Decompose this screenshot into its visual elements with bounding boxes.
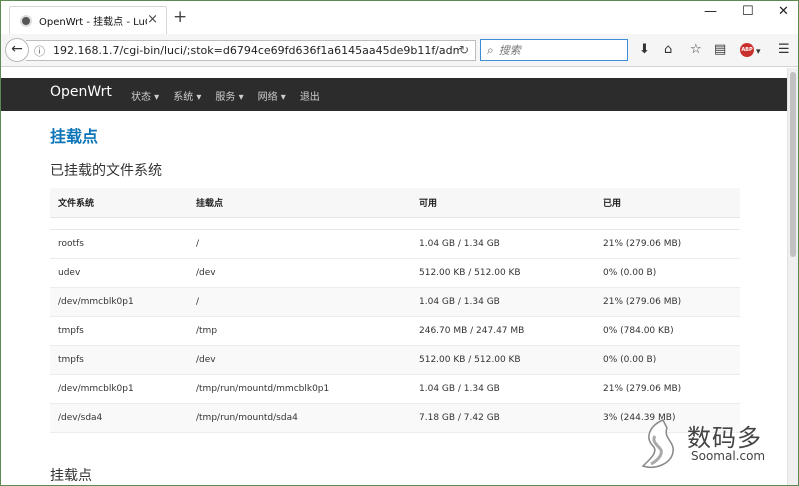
tab-close-icon[interactable]: ×: [147, 13, 158, 27]
brand-logo[interactable]: OpenWrt: [50, 84, 112, 100]
soomal-logo-icon: [641, 419, 674, 468]
tab-openwrt[interactable]: OpenWrt - 挂载点 - LuCI ×: [9, 6, 167, 34]
table-row: /dev/mmcblk0p1 /tmp/run/mountd/mmcblk0p1…: [50, 375, 740, 404]
mount-points-heading: 挂载点: [50, 468, 92, 484]
home-icon[interactable]: ⌂: [664, 43, 672, 57]
cell-filesystem: /dev/mmcblk0p1: [58, 384, 134, 394]
table-row: udev /dev 512.00 KB / 512.00 KB 0% (0.00…: [50, 259, 740, 288]
cell-filesystem: tmpfs: [58, 326, 84, 336]
cell-filesystem: rootfs: [58, 239, 84, 249]
header-used: 已用: [603, 199, 622, 209]
watermark-en-text: Soomal.com: [691, 449, 766, 463]
cell-mountpoint: /tmp/run/mountd/mmcblk0p1: [196, 384, 330, 394]
header-mountpoint: 挂载点: [196, 199, 224, 209]
mounted-fs-heading: 已挂载的文件系统: [50, 163, 162, 179]
new-tab-button[interactable]: +: [173, 9, 187, 26]
cell-available: 7.18 GB / 7.42 GB: [419, 413, 500, 423]
cell-available: 246.70 MB / 247.47 MB: [419, 326, 525, 336]
cell-mountpoint: /tmp: [196, 326, 218, 336]
soomal-watermark: 数码多 Soomal.com: [641, 414, 791, 476]
menu-network[interactable]: 网络 ▾: [258, 88, 286, 103]
cell-filesystem: /dev/sda4: [58, 413, 103, 423]
tab-title: OpenWrt - 挂载点 - LuCI: [39, 17, 147, 28]
cell-filesystem: udev: [58, 268, 81, 278]
cell-used: 0% (0.00 B): [603, 268, 657, 278]
cell-mountpoint: /tmp/run/mountd/sda4: [196, 413, 298, 423]
cell-used: 0% (0.00 B): [603, 355, 657, 365]
mounted-fs-table: 文件系统 挂载点 可用 已用 rootfs / 1.04 GB / 1.34 G…: [50, 188, 740, 433]
back-arrow-icon[interactable]: ←: [5, 38, 29, 62]
cell-available: 512.00 KB / 512.00 KB: [419, 355, 521, 365]
cell-used: 21% (279.06 MB): [603, 297, 682, 307]
hamburger-menu-icon[interactable]: ☰: [778, 43, 790, 57]
cell-mountpoint: /: [196, 239, 200, 249]
header-available: 可用: [419, 199, 438, 209]
scrollbar-thumb[interactable]: [790, 72, 796, 257]
luci-navbar: OpenWrt 状态 ▾ 系统 ▾ 服务 ▾ 网络 ▾ 退出: [1, 78, 787, 111]
cell-available: 1.04 GB / 1.34 GB: [419, 297, 500, 307]
reader-icon[interactable]: ▤: [714, 43, 726, 57]
maximize-button[interactable]: ☐: [742, 5, 754, 19]
table-row: tmpfs /dev 512.00 KB / 512.00 KB 0% (0.0…: [50, 346, 740, 375]
table-row: /dev/sda4 /tmp/run/mountd/sda4 7.18 GB /…: [50, 404, 740, 433]
table-row: tmpfs /tmp 246.70 MB / 247.47 MB 0% (784…: [50, 317, 740, 346]
cell-mountpoint: /: [196, 297, 200, 307]
download-icon[interactable]: ⬇: [639, 43, 650, 57]
header-filesystem: 文件系统: [58, 199, 95, 209]
close-window-button[interactable]: ✕: [778, 5, 789, 19]
table-row: /dev/mmcblk0p1 / 1.04 GB / 1.34 GB 21% (…: [50, 288, 740, 317]
table-spacer: [50, 218, 740, 230]
search-icon: ⌕: [487, 42, 494, 57]
table-header: 文件系统 挂载点 可用 已用: [50, 188, 740, 218]
cell-mountpoint: /dev: [196, 268, 216, 278]
main-menu: 状态 ▾ 系统 ▾ 服务 ▾ 网络 ▾ 退出: [131, 88, 334, 103]
menu-status[interactable]: 状态 ▾: [131, 88, 159, 103]
watermark-cn-text: 数码多: [687, 424, 762, 452]
adblock-icon[interactable]: ABP: [740, 43, 754, 57]
browser-window: OpenWrt - 挂载点 - LuCI × + — ☐ ✕ ⓘ 192.168…: [0, 0, 799, 486]
nav-toolbar: ⓘ 192.168.1.7/cgi-bin/luci/;stok=d6794ce…: [1, 34, 798, 67]
adblock-dropdown-icon[interactable]: ▾: [756, 45, 761, 59]
menu-logout[interactable]: 退出: [300, 88, 320, 103]
cell-used: 0% (784.00 KB): [603, 326, 674, 336]
cell-filesystem: tmpfs: [58, 355, 84, 365]
cell-available: 512.00 KB / 512.00 KB: [419, 268, 521, 278]
menu-services[interactable]: 服务 ▾: [215, 88, 243, 103]
cell-used: 21% (279.06 MB): [603, 384, 682, 394]
table-row: rootfs / 1.04 GB / 1.34 GB 21% (279.06 M…: [50, 230, 740, 259]
cell-mountpoint: /dev: [196, 355, 216, 365]
reload-icon[interactable]: ↻: [459, 43, 469, 57]
search-input[interactable]: [498, 43, 619, 57]
tab-bar: OpenWrt - 挂载点 - LuCI × + — ☐ ✕: [1, 1, 798, 34]
menu-system[interactable]: 系统 ▾: [173, 88, 201, 103]
url-text[interactable]: 192.168.1.7/cgi-bin/luci/;stok=d6794ce69…: [53, 44, 461, 57]
cell-available: 1.04 GB / 1.34 GB: [419, 384, 500, 394]
info-icon[interactable]: ⓘ: [34, 43, 45, 59]
cell-filesystem: /dev/mmcblk0p1: [58, 297, 134, 307]
cell-used: 21% (279.06 MB): [603, 239, 682, 249]
favicon-icon: [20, 14, 32, 27]
url-bar[interactable]: ⓘ 192.168.1.7/cgi-bin/luci/;stok=d6794ce…: [26, 40, 476, 61]
search-bar[interactable]: ⌕: [480, 39, 628, 61]
page-title: 挂载点: [50, 127, 99, 146]
bookmark-star-icon[interactable]: ☆: [690, 43, 702, 57]
minimize-button[interactable]: —: [704, 5, 717, 19]
cell-available: 1.04 GB / 1.34 GB: [419, 239, 500, 249]
